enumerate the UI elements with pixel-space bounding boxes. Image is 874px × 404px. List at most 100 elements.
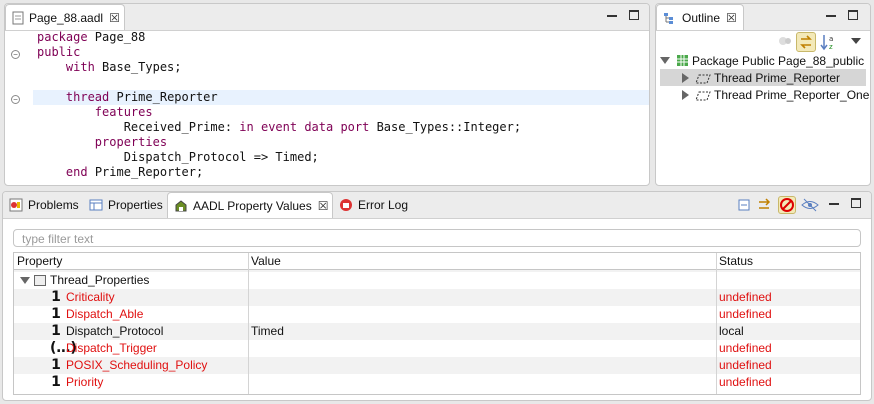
- close-icon[interactable]: ☒: [726, 11, 737, 25]
- code-line[interactable]: Dispatch_Protocol => Timed;: [37, 150, 649, 165]
- error-log-icon: [339, 198, 353, 212]
- maximize-icon[interactable]: [851, 198, 861, 208]
- code-line[interactable]: public: [37, 45, 649, 60]
- tab-outline[interactable]: Outline ☒: [656, 4, 744, 30]
- expand-icon[interactable]: [660, 57, 670, 64]
- status-cell: undefined: [719, 290, 772, 304]
- problems-icon: [9, 198, 23, 212]
- column-header-status[interactable]: Status: [716, 253, 860, 269]
- tab-error-log[interactable]: Error Log: [333, 192, 413, 218]
- property-name: Criticality: [66, 290, 115, 304]
- minimize-icon[interactable]: [826, 10, 836, 17]
- single-value-icon: 1: [51, 374, 61, 390]
- bottom-panel: Problems Properties AADL Property Values…: [2, 191, 872, 401]
- tab-aadl-property-values[interactable]: AADL Property Values ☒: [167, 192, 333, 218]
- column-header-property[interactable]: Property: [14, 253, 248, 269]
- outline-item-thread[interactable]: Thread Prime_Reporter_One: [660, 86, 869, 103]
- column-header-value[interactable]: Value: [248, 253, 716, 269]
- tab-problems[interactable]: Problems: [3, 192, 85, 218]
- filter-input[interactable]: type filter text: [13, 229, 861, 247]
- column-divider[interactable]: [716, 253, 717, 394]
- code-text: Dispatch_Protocol => Timed;: [123, 150, 319, 164]
- eye-slash-icon[interactable]: [801, 198, 819, 212]
- tab-editor-file[interactable]: Page_88.aadl ☒: [5, 4, 125, 30]
- table-row[interactable]: 1 POSIX_Scheduling_Policy undefined: [14, 357, 860, 374]
- tab-label: Properties: [108, 198, 163, 212]
- outline-item-thread[interactable]: Thread Prime_Reporter: [660, 69, 866, 86]
- code-text: Base_Types::Integer;: [369, 120, 522, 134]
- outline-panel: Outline ☒ az Package Public Page_88_publ…: [655, 3, 871, 186]
- code-line[interactable]: features: [37, 105, 649, 120]
- code-line[interactable]: thread Prime_Reporter: [33, 90, 649, 105]
- minimize-icon[interactable]: [829, 198, 839, 205]
- close-icon[interactable]: ☒: [318, 199, 329, 213]
- show-inherited-icon[interactable]: [757, 198, 773, 212]
- outline-toolbar: az: [776, 32, 866, 52]
- group-label: Thread_Properties: [50, 273, 150, 287]
- code-line[interactable]: [37, 75, 649, 90]
- code-line[interactable]: end Prime_Reporter;: [37, 165, 649, 180]
- property-cell: (…)Dispatch_Trigger: [50, 340, 157, 357]
- expand-icon[interactable]: [20, 277, 30, 284]
- code-line[interactable]: with Base_Types;: [37, 60, 649, 75]
- column-divider[interactable]: [248, 253, 249, 394]
- tab-label: AADL Property Values: [193, 198, 312, 213]
- code-text: Prime_Reporter;: [87, 165, 204, 179]
- tab-label: Problems: [28, 198, 79, 212]
- hide-undefined-icon[interactable]: [778, 196, 796, 214]
- property-name: Priority: [66, 375, 104, 389]
- single-value-icon: 1: [51, 289, 61, 305]
- table-row-group[interactable]: Thread_Properties: [14, 272, 860, 289]
- code-keyword: properties: [94, 135, 168, 149]
- maximize-icon[interactable]: [848, 10, 858, 20]
- minimize-icon[interactable]: [607, 10, 617, 17]
- single-value-icon: 1: [51, 357, 61, 373]
- table-row[interactable]: 1 Dispatch_Able undefined: [14, 306, 860, 323]
- sort-alpha-icon[interactable]: az: [820, 33, 838, 51]
- code-line[interactable]: Received_Prime: in event data port Base_…: [37, 120, 649, 135]
- code-line[interactable]: package Page_88: [37, 30, 649, 45]
- code-keyword: in event data port: [239, 120, 370, 134]
- maximize-icon[interactable]: [629, 10, 639, 20]
- code-text: Received_Prime:: [123, 120, 240, 134]
- fold-collapse-icon[interactable]: −: [11, 50, 20, 59]
- table-row[interactable]: 1 Priority undefined: [14, 374, 860, 391]
- code-text: Page_88: [87, 30, 146, 44]
- thread-icon: [695, 73, 711, 83]
- code-keyword: public: [37, 45, 81, 59]
- outline-item-package[interactable]: Package Public Page_88_public: [660, 52, 866, 69]
- property-cell: 1 Dispatch_Protocol: [50, 323, 163, 340]
- expand-icon[interactable]: [682, 72, 689, 83]
- status-cell: undefined: [719, 358, 772, 372]
- sync-icon[interactable]: [778, 35, 792, 47]
- status-cell: undefined: [719, 341, 772, 355]
- property-cell: 1 Dispatch_Able: [50, 306, 143, 323]
- collapse-all-icon[interactable]: [738, 198, 750, 212]
- tab-label: Error Log: [358, 198, 409, 212]
- code-keyword: end: [65, 165, 88, 179]
- tab-properties[interactable]: Properties: [83, 192, 169, 218]
- table-row[interactable]: 1 Criticality undefined: [14, 289, 860, 306]
- close-icon[interactable]: ☒: [109, 11, 120, 25]
- property-cell: 1 Criticality: [50, 289, 115, 306]
- fold-collapse-icon[interactable]: −: [11, 95, 20, 104]
- status-cell: undefined: [719, 375, 772, 389]
- property-cell: 1 Priority: [50, 374, 103, 391]
- link-with-editor-icon[interactable]: [796, 32, 816, 52]
- value-cell: Timed: [251, 324, 284, 338]
- code-line[interactable]: properties: [37, 135, 649, 150]
- outline-tabbar: Outline ☒: [656, 4, 870, 31]
- table-row[interactable]: (…)Dispatch_Trigger undefined: [14, 340, 860, 357]
- view-menu-icon[interactable]: [851, 38, 861, 44]
- code-area[interactable]: package Page_88 public with Base_Types; t…: [33, 30, 649, 180]
- svg-text:z: z: [829, 43, 833, 51]
- code-keyword: package: [37, 30, 88, 44]
- properties-icon: [89, 198, 103, 212]
- table-row[interactable]: 1 Dispatch_Protocol Timed local: [14, 323, 860, 340]
- table-header: Property Value Status: [14, 253, 860, 270]
- expand-icon[interactable]: [682, 89, 689, 100]
